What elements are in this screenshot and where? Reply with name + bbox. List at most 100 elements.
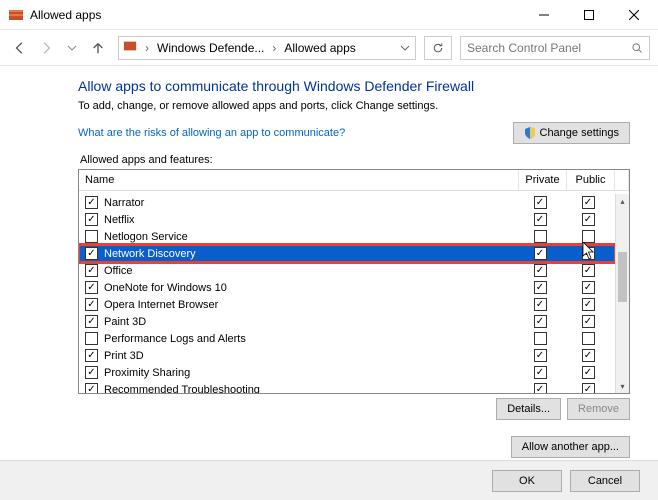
app-enabled-checkbox[interactable] — [85, 230, 98, 243]
details-button[interactable]: Details... — [496, 398, 561, 420]
app-public-checkbox[interactable] — [582, 315, 595, 328]
app-public-checkbox[interactable] — [582, 213, 595, 226]
app-public-checkbox[interactable] — [582, 264, 595, 277]
content-area: Allow apps to communicate through Window… — [0, 66, 658, 460]
app-private-checkbox[interactable] — [534, 315, 547, 328]
app-public-checkbox[interactable] — [582, 366, 595, 379]
column-public[interactable]: Public — [567, 170, 615, 190]
app-name: Netlogon Service — [104, 231, 519, 243]
app-private-checkbox[interactable] — [534, 349, 547, 362]
app-row[interactable]: Netflix — [79, 211, 615, 228]
app-private-checkbox[interactable] — [534, 213, 547, 226]
refresh-button[interactable] — [424, 36, 452, 60]
breadcrumb-item[interactable]: Allowed apps — [284, 41, 355, 55]
window-title: Allowed apps — [30, 8, 521, 22]
allow-another-app-button[interactable]: Allow another app... — [511, 436, 630, 458]
app-enabled-checkbox[interactable] — [85, 196, 98, 209]
app-row[interactable]: Office — [79, 262, 615, 279]
forward-button[interactable] — [34, 36, 58, 60]
scroll-thumb[interactable] — [618, 252, 627, 302]
app-enabled-checkbox[interactable] — [85, 332, 98, 345]
app-enabled-checkbox[interactable] — [85, 247, 98, 260]
app-private-checkbox[interactable] — [534, 332, 547, 345]
back-button[interactable] — [8, 36, 32, 60]
app-name: Paint 3D — [104, 316, 519, 328]
app-public-checkbox[interactable] — [582, 298, 595, 311]
app-name: Network Discovery — [104, 248, 519, 260]
scrollbar[interactable]: ▴ ▾ — [615, 194, 629, 393]
app-private-checkbox[interactable] — [534, 264, 547, 277]
app-enabled-checkbox[interactable] — [85, 281, 98, 294]
app-private-checkbox[interactable] — [534, 230, 547, 243]
page-subtext: To add, change, or remove allowed apps a… — [78, 100, 630, 112]
app-private-checkbox[interactable] — [534, 247, 547, 260]
app-name: Narrator — [104, 197, 519, 209]
breadcrumb-item[interactable]: Windows Defende... — [157, 41, 264, 55]
scroll-down-button[interactable]: ▾ — [616, 379, 629, 393]
up-button[interactable] — [86, 36, 110, 60]
column-overflow-icon — [615, 170, 629, 190]
list-header: Name Private Public — [79, 170, 629, 191]
app-public-checkbox[interactable] — [582, 332, 595, 345]
app-public-checkbox[interactable] — [582, 281, 595, 294]
app-row[interactable]: Network Discovery — [79, 245, 615, 262]
cancel-button[interactable]: Cancel — [570, 470, 640, 492]
app-row[interactable]: Opera Internet Browser — [79, 296, 615, 313]
app-enabled-checkbox[interactable] — [85, 349, 98, 362]
nav-bar: › Windows Defende... › Allowed apps Sear… — [0, 30, 658, 66]
app-row[interactable]: Netlogon Service — [79, 228, 615, 245]
app-name: Recommended Troubleshooting — [104, 384, 519, 394]
app-row[interactable]: Recommended Troubleshooting — [79, 381, 615, 393]
app-enabled-checkbox[interactable] — [85, 366, 98, 379]
recent-dropdown-icon[interactable] — [60, 36, 84, 60]
app-private-checkbox[interactable] — [534, 298, 547, 311]
app-private-checkbox[interactable] — [534, 281, 547, 294]
app-name: Print 3D — [104, 350, 519, 362]
chevron-down-icon[interactable] — [399, 43, 411, 53]
app-public-checkbox[interactable] — [582, 230, 595, 243]
minimize-button[interactable] — [521, 0, 566, 30]
app-row[interactable]: OneNote for Windows 10 — [79, 279, 615, 296]
app-private-checkbox[interactable] — [534, 366, 547, 379]
search-input[interactable]: Search Control Panel — [460, 36, 650, 60]
search-placeholder: Search Control Panel — [467, 41, 631, 55]
app-public-checkbox[interactable] — [582, 383, 595, 393]
app-public-checkbox[interactable] — [582, 196, 595, 209]
app-enabled-checkbox[interactable] — [85, 264, 98, 277]
app-enabled-checkbox[interactable] — [85, 298, 98, 311]
app-row[interactable]: Paint 3D — [79, 313, 615, 330]
app-name: Opera Internet Browser — [104, 299, 519, 311]
chevron-right-icon[interactable]: › — [141, 41, 153, 55]
risks-link[interactable]: What are the risks of allowing an app to… — [78, 127, 513, 139]
app-enabled-checkbox[interactable] — [85, 315, 98, 328]
app-name: OneNote for Windows 10 — [104, 282, 519, 294]
allowed-apps-list: Name Private Public Narrator Netflix Netlo… — [78, 169, 630, 394]
dialog-footer: OK Cancel — [0, 460, 658, 500]
change-settings-button[interactable]: Change settings — [513, 122, 631, 144]
column-name[interactable]: Name — [79, 170, 519, 190]
firewall-icon — [123, 39, 137, 56]
app-private-checkbox[interactable] — [534, 383, 547, 393]
app-name: Netflix — [104, 214, 519, 226]
firewall-icon — [8, 7, 24, 23]
column-private[interactable]: Private — [519, 170, 567, 190]
app-public-checkbox[interactable] — [582, 349, 595, 362]
app-enabled-checkbox[interactable] — [85, 383, 98, 393]
maximize-button[interactable] — [566, 0, 611, 30]
app-row[interactable]: Print 3D — [79, 347, 615, 364]
address-bar[interactable]: › Windows Defende... › Allowed apps — [118, 36, 416, 60]
app-enabled-checkbox[interactable] — [85, 213, 98, 226]
app-name: Office — [104, 265, 519, 277]
app-row[interactable]: Performance Logs and Alerts — [79, 330, 615, 347]
app-public-checkbox[interactable] — [582, 247, 595, 260]
app-private-checkbox[interactable] — [534, 196, 547, 209]
chevron-right-icon[interactable]: › — [268, 41, 280, 55]
ok-button[interactable]: OK — [492, 470, 562, 492]
remove-button[interactable]: Remove — [567, 398, 630, 420]
list-body: Narrator Netflix Netlogon Service Network D… — [79, 194, 615, 393]
app-row[interactable]: Proximity Sharing — [79, 364, 615, 381]
scroll-up-button[interactable]: ▴ — [616, 194, 629, 208]
close-button[interactable] — [611, 0, 656, 30]
title-bar: Allowed apps — [0, 0, 658, 30]
app-row[interactable]: Narrator — [79, 194, 615, 211]
